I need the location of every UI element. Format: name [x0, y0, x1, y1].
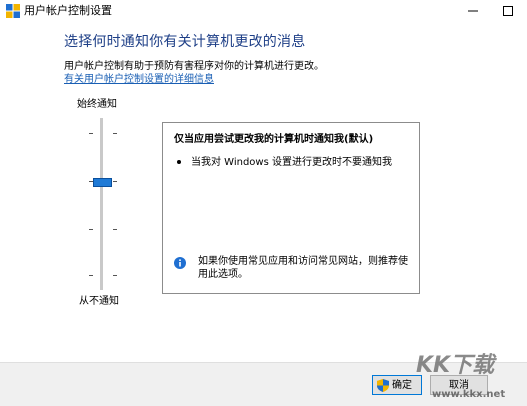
- uac-settings-window: 用户帐户控制设置 选择何时通知你有关计算机更改的消息 用户帐户控制有助于预防有害…: [0, 0, 527, 406]
- recommendation-text: 如果你使用常见应用和访问常见网站，则推荐使用此选项。: [198, 256, 408, 280]
- maximize-button[interactable]: [490, 0, 526, 22]
- slider-bottom-label: 从不通知: [79, 296, 119, 307]
- page-heading: 选择何时通知你有关计算机更改的消息: [64, 34, 306, 50]
- bullet-dot: [177, 160, 181, 164]
- slider-tick: [113, 133, 117, 134]
- maximize-icon: [503, 6, 513, 16]
- level-description-panel: 仅当应用尝试更改我的计算机时通知我(默认) 当我对 Windows 设置进行更改…: [162, 122, 420, 294]
- title-bar: 用户帐户控制设置: [0, 0, 527, 22]
- slider-tick: [89, 133, 93, 134]
- level-bullet: 当我对 Windows 设置进行更改时不要通知我: [191, 157, 392, 168]
- uac-details-link[interactable]: 有关用户帐户控制设置的详细信息: [64, 73, 214, 86]
- minimize-icon: [468, 10, 478, 12]
- uac-flag-icon: [6, 4, 20, 18]
- window-title: 用户帐户控制设置: [24, 4, 112, 17]
- slider-tick: [113, 229, 117, 230]
- slider-top-label: 始终通知: [77, 99, 117, 110]
- info-icon: [174, 257, 186, 269]
- slider-tick: [89, 229, 93, 230]
- slider-thumb[interactable]: [93, 178, 112, 187]
- level-title: 仅当应用尝试更改我的计算机时通知我(默认): [174, 134, 374, 145]
- page-description: 用户帐户控制有助于预防有害程序对你的计算机进行更改。: [64, 61, 324, 72]
- minimize-button[interactable]: [455, 0, 491, 22]
- slider-tick: [113, 181, 117, 182]
- slider-tick: [89, 275, 93, 276]
- shield-icon: [377, 379, 389, 392]
- watermark-url: www.kkx.net: [432, 389, 506, 400]
- slider-tick: [113, 275, 117, 276]
- slider-track[interactable]: [100, 118, 103, 290]
- watermark-title: KK下载: [416, 353, 495, 378]
- watermark: KK下载 www.kkx.net: [408, 352, 527, 405]
